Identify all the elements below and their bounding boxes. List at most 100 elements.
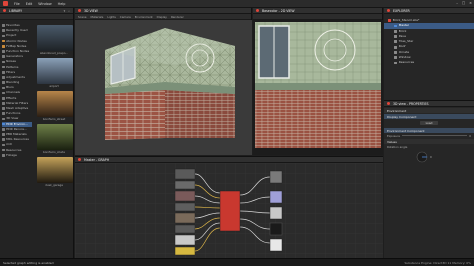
- properties-panel: 3D view - PROPERTIES Environment Display…: [384, 100, 474, 258]
- folder-icon: [2, 117, 5, 121]
- folder-icon: [2, 50, 5, 53]
- environment-section[interactable]: Environment: [384, 108, 474, 113]
- 3d-viewport[interactable]: [75, 20, 252, 155]
- folder-icon: [2, 45, 5, 48]
- graph-node[interactable]: [174, 180, 196, 190]
- folder-icon: [2, 107, 5, 110]
- search-icon[interactable]: ⌕: [68, 9, 70, 13]
- folder-icon: [2, 24, 5, 27]
- explorer-item[interactable]: Resources: [384, 60, 474, 65]
- exposure-value[interactable]: 0: [469, 134, 471, 138]
- 2d-view-panel: Basecolor - 2D VIEW: [253, 8, 383, 155]
- folder-icon: [2, 34, 5, 38]
- hdr-thumbnail[interactable]: [37, 91, 73, 117]
- graph-icon: [394, 56, 397, 60]
- load-row: Load: [384, 119, 474, 127]
- output-node[interactable]: [269, 222, 283, 236]
- graph-icon: [394, 24, 397, 28]
- folder-icon: [2, 91, 5, 95]
- library-tree-item[interactable]: Foliage: [2, 153, 32, 158]
- menu-file[interactable]: File: [14, 2, 20, 6]
- folder-icon: [2, 81, 5, 84]
- folder-icon: [2, 55, 5, 59]
- 3d-view-panel: 3D VIEW Scene Materials Lights Camera Enviro…: [75, 8, 252, 155]
- properties-icon: [387, 102, 390, 105]
- hdr-thumbnail[interactable]: [37, 124, 73, 150]
- hdr-thumbnail[interactable]: [37, 157, 73, 183]
- output-node[interactable]: [269, 238, 283, 252]
- graph-node[interactable]: [174, 202, 196, 212]
- library-title: LIBRARY: [9, 8, 23, 13]
- graph-canvas[interactable]: [75, 163, 383, 259]
- window-controls: – □ ×: [456, 1, 472, 5]
- hdr-thumbnail-label: bonifacio_stude: [43, 150, 65, 154]
- graph-node[interactable]: [174, 168, 196, 180]
- filter-icon[interactable]: ▾: [64, 9, 66, 13]
- folder-icon: [2, 29, 5, 33]
- graph-icon: [394, 40, 397, 44]
- library-tree: Favorites Recently Used Project Atomic Node…: [0, 22, 34, 258]
- graph-icon: [394, 45, 397, 49]
- hdr-thumbnail[interactable]: [37, 25, 73, 51]
- 2d-viewport[interactable]: [253, 20, 383, 155]
- folder-icon: [2, 112, 5, 116]
- graph-node[interactable]: [174, 190, 196, 202]
- menubar: File Edit Window Help – □ ×: [0, 0, 474, 8]
- hdr-thumbnail-label: dusk_garage: [45, 183, 63, 187]
- node-graph: [174, 168, 283, 256]
- substance-designer-window: File Edit Window Help – □ × LIBRARY ▾ ⌕ …: [0, 0, 474, 266]
- graph-node[interactable]: [174, 224, 196, 234]
- explorer-title: EXPLORER: [393, 8, 410, 13]
- maximize-button[interactable]: □: [462, 1, 465, 5]
- menu-window[interactable]: Window: [38, 2, 51, 6]
- explorer-item-label: Resources: [398, 60, 415, 65]
- engine-info: Substance Engine: Direct3D 11 Memory: 0%: [404, 260, 471, 265]
- view3d-menu-item[interactable]: Scene: [78, 15, 87, 19]
- exposure-label: Exposure: [387, 133, 400, 138]
- material-node[interactable]: [219, 190, 241, 232]
- output-node[interactable]: [269, 170, 283, 184]
- exposure-row: Exposure 0: [384, 133, 474, 138]
- graph-node[interactable]: [174, 246, 196, 256]
- menu-help[interactable]: Help: [58, 2, 66, 6]
- library-thumbnails: abandoned_pospo... airport bonifacio_stree…: [34, 22, 74, 258]
- load-button[interactable]: Load: [419, 121, 439, 125]
- folder-icon: [2, 138, 5, 142]
- rotation-label: Rotation angle: [387, 144, 408, 149]
- environment-section-label: Environment: [387, 108, 407, 113]
- folder-icon: [2, 143, 5, 147]
- view3d-menu-item[interactable]: Materials: [91, 15, 104, 19]
- output-node[interactable]: [269, 206, 283, 220]
- graph-node[interactable]: [174, 212, 196, 224]
- folder-icon: [2, 102, 5, 105]
- graph-node[interactable]: [174, 234, 196, 246]
- output-node[interactable]: [269, 190, 283, 204]
- view3d-menu-item[interactable]: Camera: [120, 15, 131, 19]
- hdr-thumbnail-label: bonifacio_street: [42, 117, 66, 121]
- 3d-view-icon: [78, 9, 81, 12]
- environment-component-label: Environment Component: [387, 128, 425, 133]
- library-tools: ▾ ⌕: [64, 9, 70, 13]
- close-button[interactable]: ×: [469, 1, 472, 5]
- library-panel: LIBRARY ▾ ⌕ Favorites Recently Used Projec…: [0, 8, 74, 258]
- folder-icon: [2, 148, 5, 152]
- display-component-label: Display Component: [387, 114, 417, 119]
- exposure-slider[interactable]: [401, 134, 468, 137]
- folder-icon: [2, 133, 5, 136]
- minimize-button[interactable]: –: [456, 1, 458, 5]
- explorer-icon: [387, 9, 390, 12]
- library-search-bar[interactable]: [0, 14, 73, 20]
- output-nodes: [269, 170, 283, 252]
- rotation-value[interactable]: 0: [430, 155, 442, 159]
- folder-icon: [2, 76, 5, 79]
- folder-icon: [2, 60, 5, 64]
- rotation-dial[interactable]: [416, 151, 428, 163]
- menu-edit[interactable]: Edit: [26, 2, 33, 6]
- view3d-menu-item[interactable]: Renderer: [171, 15, 184, 19]
- view3d-menu-item[interactable]: Lights: [107, 15, 115, 19]
- hdr-thumbnail[interactable]: [37, 58, 73, 84]
- view3d-menu-item[interactable]: Display: [157, 15, 167, 19]
- graph-icon: [394, 61, 397, 65]
- view3d-menu-item[interactable]: Environment: [135, 15, 153, 19]
- graph-icon: [394, 29, 397, 33]
